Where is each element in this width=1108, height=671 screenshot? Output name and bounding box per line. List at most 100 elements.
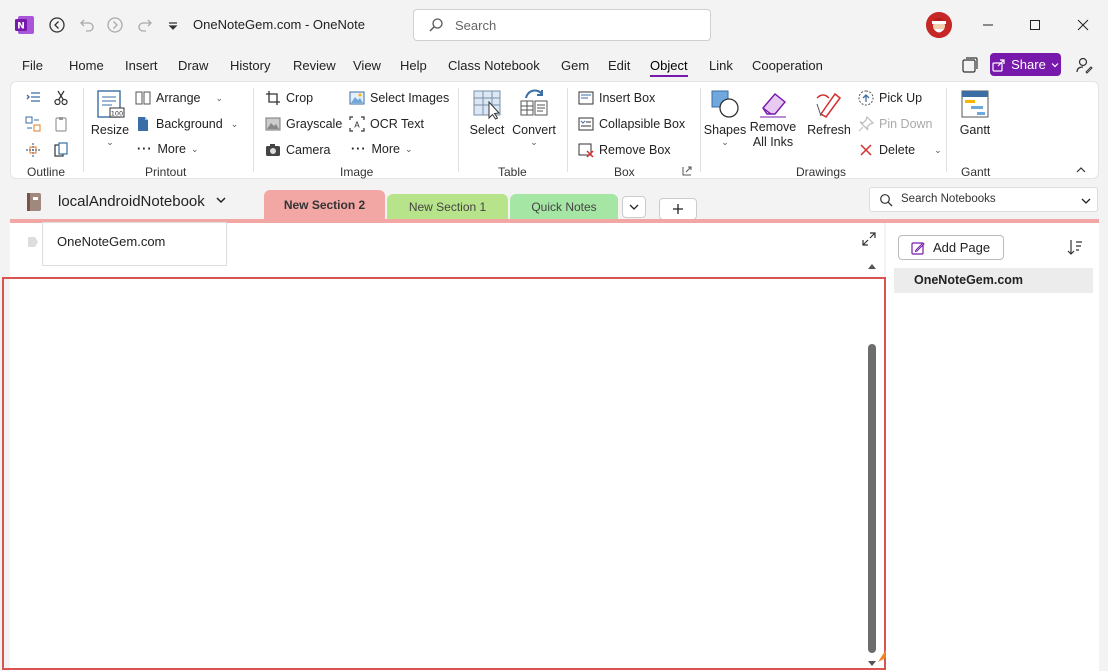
tab-label: New Section 2	[283, 198, 366, 212]
convert-label: Convert	[512, 123, 556, 137]
menu-link[interactable]: Link	[709, 58, 733, 73]
delete-button[interactable]: Delete ⌄	[858, 142, 942, 158]
shapes-button[interactable]: Shapes ⌄	[704, 88, 746, 148]
close-icon[interactable]	[1072, 14, 1094, 36]
chevron-down-icon: ⌄	[215, 92, 224, 103]
gantt-button[interactable]: Gantt	[956, 88, 994, 137]
printout-more-button[interactable]: ··· More ⌄	[137, 142, 199, 156]
group-label-box: Box	[614, 165, 635, 179]
chevron-down-icon: ⌄	[934, 144, 942, 155]
search-icon	[879, 193, 893, 210]
sections-dropdown-button[interactable]	[622, 196, 646, 218]
dialog-launcher-icon[interactable]	[682, 165, 692, 176]
chevron-down-icon: ⌄	[106, 137, 114, 147]
share-button[interactable]: Share	[990, 53, 1061, 76]
remove-box-button[interactable]: Remove Box	[578, 142, 671, 158]
crop-button[interactable]: Crop	[265, 90, 313, 106]
search-box[interactable]: Search	[413, 9, 711, 41]
table-select-icon	[473, 90, 501, 120]
arrange-button[interactable]: Arrange ⌄	[135, 90, 223, 106]
ribbon-separator	[253, 88, 254, 172]
resize-button[interactable]: 100 Resize ⌄	[91, 88, 129, 148]
remove-all-inks-button[interactable]: Remove All Inks	[749, 88, 797, 150]
undo-icon[interactable]	[76, 14, 98, 36]
table-convert-icon	[520, 89, 548, 116]
menu-class-notebook[interactable]: Class Notebook	[448, 58, 540, 73]
page-list-item[interactable]: OneNoteGem.com	[894, 268, 1093, 293]
refresh-button[interactable]: Refresh	[807, 88, 851, 137]
pin-icon	[858, 116, 874, 132]
scroll-up-icon[interactable]	[867, 259, 877, 269]
search-notebooks-input[interactable]: Search Notebooks	[869, 187, 1098, 212]
forward-icon[interactable]	[104, 14, 126, 36]
chevron-down-icon	[1051, 62, 1059, 67]
select-images-button[interactable]: Select Images	[349, 90, 449, 106]
tab-new-section-1[interactable]: New Section 1	[387, 194, 508, 220]
menu-draw[interactable]: Draw	[178, 58, 208, 73]
user-avatar[interactable]	[926, 12, 952, 38]
title-bar: N OneNoteGem.com - OneNote Search	[0, 0, 1108, 50]
sticky-notes-icon[interactable]	[961, 56, 979, 74]
tab-label: Quick Notes	[531, 200, 597, 214]
menu-insert[interactable]: Insert	[125, 58, 158, 73]
svg-text:100: 100	[111, 110, 123, 118]
redo-icon[interactable]	[134, 14, 156, 36]
outline-indent-icon[interactable]	[25, 90, 41, 106]
more-icon: ···	[351, 142, 367, 156]
tab-quick-notes[interactable]: Quick Notes	[510, 194, 618, 220]
menu-home[interactable]: Home	[69, 58, 104, 73]
menu-object[interactable]: Object	[650, 58, 688, 77]
copy-format-icon[interactable]	[53, 142, 69, 158]
outline-collapse-icon[interactable]	[25, 142, 41, 158]
pick-up-button[interactable]: Pick Up	[858, 90, 922, 106]
customize-quick-access-icon[interactable]	[162, 14, 184, 36]
grayscale-button[interactable]: Grayscale	[265, 116, 342, 132]
select-images-label: Select Images	[370, 91, 450, 105]
tab-new-section-2[interactable]: New Section 2	[264, 190, 385, 220]
menu-edit[interactable]: Edit	[608, 58, 630, 73]
menu-view[interactable]: View	[353, 58, 381, 73]
background-button[interactable]: Background ⌄	[135, 116, 238, 132]
chevron-down-icon[interactable]	[215, 194, 227, 209]
pin-down-button[interactable]: Pin Down	[858, 116, 933, 132]
back-icon[interactable]	[46, 14, 68, 36]
person-settings-icon[interactable]	[1075, 56, 1093, 74]
menu-gem[interactable]: Gem	[561, 58, 589, 73]
camera-button[interactable]: Camera	[265, 142, 330, 158]
add-section-button[interactable]	[659, 198, 697, 220]
delete-x-icon	[860, 144, 872, 156]
menu-cooperation[interactable]: Cooperation	[752, 58, 823, 73]
add-page-button[interactable]: Add Page	[898, 235, 1004, 260]
ocr-text-button[interactable]: A OCR Text	[349, 116, 424, 132]
remove-all-inks-label-2: All Inks	[752, 135, 794, 149]
chevron-down-icon: ⌄	[530, 137, 538, 147]
table-select-button[interactable]: Select	[468, 88, 506, 137]
menu-help[interactable]: Help	[400, 58, 427, 73]
notebook-name[interactable]: localAndroidNotebook	[58, 193, 205, 210]
page-title[interactable]: OneNoteGem.com	[57, 234, 165, 249]
eraser-icon	[760, 93, 786, 118]
sort-icon[interactable]	[1066, 238, 1084, 256]
menu-review[interactable]: Review	[293, 58, 336, 73]
maximize-icon[interactable]	[1024, 14, 1046, 36]
menu-file[interactable]: File	[22, 58, 43, 73]
cut-icon[interactable]	[53, 90, 69, 106]
table-convert-button[interactable]: Convert ⌄	[511, 88, 557, 148]
refresh-label: Refresh	[807, 123, 851, 137]
insert-box-icon	[578, 91, 594, 105]
ribbon: Outline 100 Resize ⌄ Arrange ⌄ Backgroun…	[10, 81, 1099, 179]
collapsible-box-button[interactable]: Collapsible Box	[578, 116, 685, 132]
resize-icon: 100	[97, 90, 125, 118]
collapse-ribbon-icon[interactable]	[1075, 164, 1087, 176]
chevron-down-icon[interactable]	[1081, 195, 1091, 209]
outline-expand-icon[interactable]	[25, 116, 41, 132]
expand-icon[interactable]	[861, 231, 877, 247]
paste-icon[interactable]	[53, 116, 69, 132]
group-label-table: Table	[498, 165, 527, 179]
menu-bar: File Home Insert Draw History Review Vie…	[0, 50, 1108, 80]
image-more-button[interactable]: ··· More ⌄	[351, 142, 413, 156]
insert-box-button[interactable]: Insert Box	[578, 90, 655, 106]
more-label: More	[157, 142, 186, 156]
minimize-icon[interactable]	[977, 14, 999, 36]
menu-history[interactable]: History	[230, 58, 270, 73]
